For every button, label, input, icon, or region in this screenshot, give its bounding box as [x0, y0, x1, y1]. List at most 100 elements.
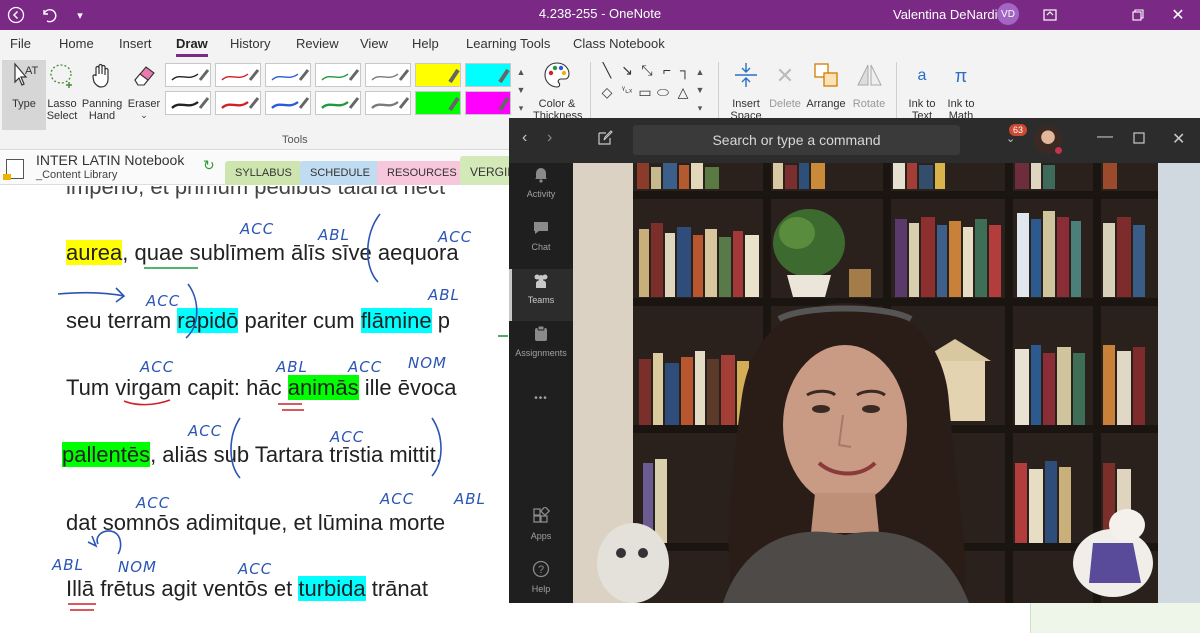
maximize-icon[interactable]: [1133, 131, 1145, 149]
video-feed[interactable]: [573, 163, 1200, 603]
svg-text:?: ?: [538, 564, 544, 576]
rail-chat[interactable]: Chat: [509, 216, 573, 268]
close-icon[interactable]: ✕: [1156, 0, 1200, 30]
pen-green-thin[interactable]: [315, 63, 361, 87]
menu-learning-tools[interactable]: Learning Tools: [466, 36, 550, 51]
lasso-label-1: Lasso: [47, 98, 77, 110]
insert-space-icon: [724, 60, 768, 92]
highlighted-word: flāmine: [360, 308, 432, 333]
pen-black-thick[interactable]: [165, 91, 211, 115]
menu-help[interactable]: Help: [412, 36, 439, 51]
bell-icon: [509, 163, 573, 189]
rail-help[interactable]: ? Help: [509, 558, 573, 610]
menu-history[interactable]: History: [230, 36, 270, 51]
teams-titlebar: ‹ › Search or type a command ⌄ 63 — ✕: [509, 118, 1200, 163]
pen-blue-thick[interactable]: [265, 91, 311, 115]
lasso-select-button[interactable]: Lasso Select: [40, 60, 84, 130]
annotation-acc: ACC: [136, 494, 171, 512]
lasso-label-2: Select: [46, 110, 78, 122]
annotation-acc: ACC: [438, 228, 473, 246]
menu-file[interactable]: File: [10, 36, 31, 51]
graph-shape-icon[interactable]: ᵞ⌞ₓ: [618, 84, 636, 95]
section-group-name[interactable]: _Content Library: [36, 169, 117, 181]
arrange-icon: [803, 60, 849, 92]
highlighter-green[interactable]: [415, 91, 461, 115]
search-input[interactable]: Search or type a command: [633, 125, 960, 155]
eraser-label: Eraser: [127, 98, 161, 110]
eraser-dropdown-icon[interactable]: ⌄: [122, 110, 166, 121]
pen-gallery-scroll[interactable]: ▲ ▼ ▾: [515, 63, 527, 117]
triangle-shape-icon[interactable]: △: [674, 84, 692, 101]
latin-line-5: dat somnōs adimitque, et lūmina morte: [66, 510, 446, 535]
notebook-title[interactable]: INTER LATIN Notebook: [36, 152, 184, 168]
shapes-gallery-scroll[interactable]: ▲ ▼ ▾: [694, 63, 706, 117]
minimize-icon[interactable]: —: [1097, 128, 1113, 146]
onenote-titlebar: ▾ 4.238-255 - OneNote Valentina DeNardis…: [0, 0, 1200, 30]
sync-icon[interactable]: ↻: [203, 157, 215, 174]
rail-apps[interactable]: Apps: [509, 505, 573, 557]
close-icon[interactable]: ✕: [1172, 129, 1185, 149]
fullscreen-icon[interactable]: [1028, 0, 1072, 30]
highlighter-cyan[interactable]: [465, 63, 511, 87]
delete-x-icon: ✕: [775, 63, 795, 88]
rail-label: Teams: [527, 295, 555, 305]
diamond-shape-icon[interactable]: ◇: [598, 84, 616, 101]
latin-line-4: pallentēs, aliās sub Tartara trīstia mit…: [62, 442, 442, 468]
line-shape-icon[interactable]: ╲: [598, 62, 616, 79]
palette-icon: [533, 60, 581, 92]
text-run: p: [431, 308, 450, 333]
tab-syllabus[interactable]: SYLLABUS: [225, 161, 302, 185]
arrow-shape-icon[interactable]: ↘: [618, 62, 636, 79]
rectangle-shape-icon[interactable]: ▭: [636, 84, 654, 101]
pen-gray-thin[interactable]: [365, 63, 411, 87]
menu-draw[interactable]: Draw: [176, 36, 208, 57]
new-chat-icon[interactable]: [597, 130, 613, 151]
pen-green-thick[interactable]: [315, 91, 361, 115]
rail-label: Chat: [531, 242, 551, 252]
forward-icon[interactable]: ›: [547, 129, 552, 147]
highlighter-yellow[interactable]: [415, 63, 461, 87]
restore-icon[interactable]: [1116, 0, 1160, 30]
panning-hand-button[interactable]: Panning Hand: [80, 60, 124, 130]
highlighted-word: pallentēs: [62, 442, 151, 467]
pen-red-thick[interactable]: [215, 91, 261, 115]
avatar[interactable]: VD: [997, 3, 1019, 25]
highlighter-magenta[interactable]: [465, 91, 511, 115]
rail-teams[interactable]: Teams: [509, 269, 573, 321]
axis-shape-icon[interactable]: ⌐: [658, 62, 676, 78]
rail-label: Help: [531, 584, 551, 594]
menu-view[interactable]: View: [360, 36, 388, 51]
double-arrow-shape-icon[interactable]: ⤡: [638, 62, 656, 79]
notebook-header: INTER LATIN Notebook _Content Library ↻ …: [0, 151, 525, 185]
notebook-icon[interactable]: [3, 159, 24, 180]
menu-review[interactable]: Review: [296, 36, 339, 51]
menu-home[interactable]: Home: [59, 36, 94, 51]
eraser-button[interactable]: Eraser ⌄: [122, 60, 166, 130]
tab-schedule[interactable]: SCHEDULE: [300, 161, 380, 185]
annotation-acc: ACC: [240, 220, 275, 238]
pen-blue-thin[interactable]: [265, 63, 311, 87]
back-icon[interactable]: ‹: [522, 129, 527, 147]
pen-red-thin[interactable]: [215, 63, 261, 87]
rail-assignments[interactable]: Assignments: [509, 322, 573, 374]
ink-to-math-label-1: Ink to: [947, 98, 975, 110]
ellipse-shape-icon[interactable]: ⬭: [654, 84, 672, 101]
text-run: pariter cum: [238, 308, 361, 333]
corner-shape-icon[interactable]: ┐: [676, 62, 694, 78]
note-page[interactable]: imperio, et primum pedibus tālāria nect …: [0, 186, 510, 633]
latin-line-2: seu terram rapidō pariter cum flāmine p: [66, 308, 450, 334]
pen-gray-thick[interactable]: [365, 91, 411, 115]
menu-insert[interactable]: Insert: [119, 36, 152, 51]
menu-bar: File Home Insert Draw History Review Vie…: [0, 30, 1200, 58]
tab-resources[interactable]: RESOURCES: [377, 161, 467, 185]
annotation-abl: ABL: [52, 556, 84, 574]
teams-window: ‹ › Search or type a command ⌄ 63 — ✕ Ac…: [509, 118, 1200, 603]
rail-activity[interactable]: Activity: [509, 163, 573, 215]
shapes-gallery: ╲ ↘ ⤡ ⌐ ┐ ◇ ᵞ⌞ₓ ▭ ⬭ △: [598, 62, 694, 116]
annotation-acc: ACC: [188, 422, 223, 440]
teams-icon: [509, 269, 573, 295]
pen-black-thin[interactable]: [165, 63, 211, 87]
hand-icon: [80, 60, 124, 92]
rail-more[interactable]: •••: [509, 383, 573, 417]
menu-class-notebook[interactable]: Class Notebook: [573, 36, 665, 51]
